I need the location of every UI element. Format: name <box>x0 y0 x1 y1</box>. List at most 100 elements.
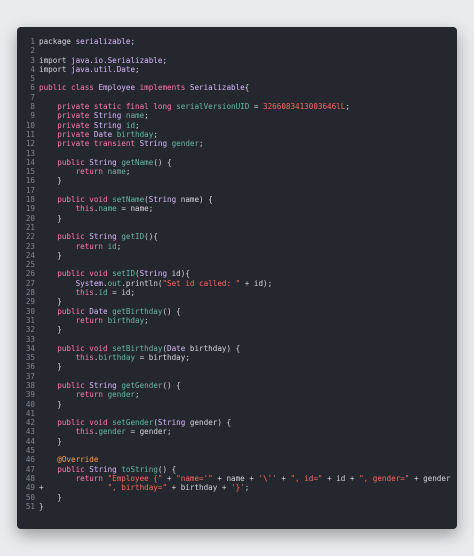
code-token: () { <box>162 306 181 316</box>
code-line[interactable]: 20 } <box>23 214 455 223</box>
code-line[interactable]: 45 <box>23 446 455 455</box>
code-token: return <box>39 167 108 177</box>
code-token: () { <box>157 464 177 474</box>
code-token: + <box>162 473 177 483</box>
code-line[interactable]: 17 <box>23 186 455 195</box>
code-line[interactable]: 29 } <box>23 297 455 306</box>
code-token: public <box>39 157 90 167</box>
code-token: { <box>244 83 250 93</box>
code-line[interactable]: 8 private static final long serialVersio… <box>23 102 455 111</box>
line-number: 30 <box>25 306 35 316</box>
code-line[interactable]: 32 } <box>23 325 455 334</box>
code-line[interactable]: 13 <box>23 149 455 158</box>
code-token: Employee <box>98 83 140 93</box>
line-number: 25 <box>25 260 35 270</box>
code-line[interactable]: 21 <box>23 223 455 232</box>
code-line[interactable]: 40 } <box>23 400 455 409</box>
code-token: package <box>39 37 76 46</box>
code-token: } <box>39 250 62 260</box>
code-line[interactable]: 26 public void setID(String id){ <box>23 269 455 278</box>
code-token: out <box>107 278 122 288</box>
code-line[interactable]: 48 return "Employee {" + "name='" + name… <box>23 474 455 483</box>
code-token: ", id=" <box>290 473 323 483</box>
code-line[interactable]: 16 } <box>23 176 455 185</box>
code-line[interactable]: 2 <box>23 46 455 55</box>
line-number: 50 <box>25 492 35 502</box>
code-token: ; <box>135 390 140 400</box>
code-token: private <box>39 111 94 121</box>
code-token: this <box>39 288 94 298</box>
code-token: toString <box>121 464 158 474</box>
line-number: 5 <box>30 74 35 84</box>
code-line[interactable]: 50 } <box>23 493 455 502</box>
line-number: 33 <box>25 334 35 344</box>
code-line[interactable]: 23 return id; <box>23 242 455 251</box>
line-number: 35 <box>25 353 35 363</box>
code-line[interactable]: 12 private transient String gender; <box>23 139 455 148</box>
code-token: public <box>39 380 90 390</box>
code-token: birthday) { <box>189 343 241 353</box>
code-token: name <box>107 167 126 177</box>
code-line[interactable]: 3 import java.io.Serializable; <box>23 56 455 65</box>
line-number: 24 <box>25 250 35 260</box>
line-number: 49 <box>25 483 35 493</box>
code-token: getBirthday <box>112 306 163 316</box>
code-line[interactable]: 19 this.name = name; <box>23 204 455 213</box>
code-line[interactable]: 31 return birthday; <box>23 316 455 325</box>
code-token: import <box>39 55 72 65</box>
code-line[interactable]: 38 public String getGender() { <box>23 381 455 390</box>
code-line[interactable]: 39 return gender; <box>23 390 455 399</box>
code-line[interactable]: 35 this.birthday = birthday; <box>23 353 455 362</box>
code-token: id <box>98 288 108 298</box>
code-line[interactable]: 33 <box>23 335 455 344</box>
code-line[interactable]: 43 this.gender = gender; <box>23 427 455 436</box>
code-line[interactable]: 24 } <box>23 251 455 260</box>
line-number: 31 <box>25 315 35 325</box>
code-token: ; <box>345 102 350 112</box>
code-line[interactable]: 36 } <box>23 362 455 371</box>
code-token: () { <box>153 157 172 167</box>
code-token: Date <box>89 306 113 316</box>
line-number: 10 <box>25 120 35 130</box>
line-number: 9 <box>30 111 35 121</box>
code-line[interactable]: 46 @Override <box>23 455 455 464</box>
line-number: 15 <box>25 167 35 177</box>
code-line[interactable]: 6 public class Employee implements Serial… <box>23 83 455 92</box>
code-line[interactable]: 15 return name; <box>23 167 455 176</box>
code-line[interactable]: 44 } <box>23 437 455 446</box>
line-number: 6 <box>30 83 35 93</box>
code-line[interactable]: 41 <box>23 409 455 418</box>
code-line[interactable]: 18 public void setName(String name) { <box>23 195 455 204</box>
code-token: private <box>39 129 94 139</box>
code-line[interactable]: 5 <box>23 74 455 83</box>
code-line[interactable]: 37 <box>23 372 455 381</box>
code-token: = <box>249 102 264 112</box>
code-token: getName <box>121 157 154 167</box>
code-line[interactable]: 27 System.out.println("Set id called: " … <box>23 279 455 288</box>
code-line[interactable]: 51} <box>23 502 455 511</box>
code-line[interactable]: 10 private String id; <box>23 121 455 130</box>
code-token: serializable <box>75 37 131 46</box>
code-line[interactable]: 22 public String getID(){ <box>23 232 455 241</box>
code-line[interactable]: 4 import java.util.Date; <box>23 65 455 74</box>
line-number: 48 <box>25 473 35 483</box>
code-token: '}' <box>231 483 245 493</box>
line-number: 1 <box>30 37 35 46</box>
code-view[interactable]: 1 package serializable; 2 3 import java.io.S… <box>23 37 455 511</box>
code-line[interactable]: 30 public Date getBirthday() { <box>23 307 455 316</box>
code-token: setBirthday <box>112 343 163 353</box>
line-number: 2 <box>30 46 35 56</box>
code-token: public void <box>39 418 113 428</box>
code-line[interactable]: 25 <box>23 260 455 269</box>
code-line[interactable]: 42 public void setGender(String gender) … <box>23 418 455 427</box>
code-line[interactable]: 49 + ", birthday=" + birthday + '}'; <box>23 483 455 492</box>
code-line[interactable]: 28 this.id = id; <box>23 288 455 297</box>
code-line[interactable]: 1 package serializable; <box>23 37 455 46</box>
code-line[interactable]: 34 public void setBirthday(Date birthday… <box>23 344 455 353</box>
code-line[interactable]: 9 private String name; <box>23 111 455 120</box>
code-token: public void <box>39 343 113 353</box>
code-line[interactable]: 47 public String toString() { <box>23 465 455 474</box>
code-line[interactable]: 14 public String getName() { <box>23 158 455 167</box>
code-line[interactable]: 7 <box>23 93 455 102</box>
code-line[interactable]: 11 private Date birthday; <box>23 130 455 139</box>
